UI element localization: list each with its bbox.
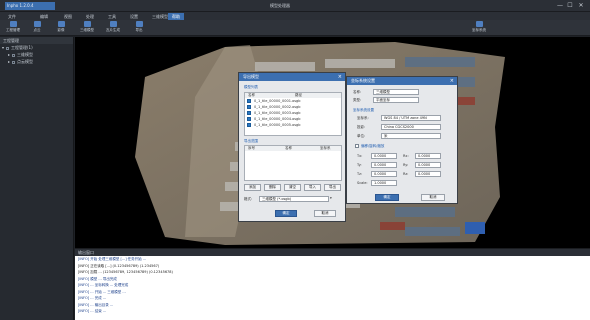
output-log-panel: 输出窗口 [INFO] 开始 处理三维模型 [...] 任务开始 ... [IN… [75,248,590,320]
image-icon [57,21,65,27]
section-model-list: 模型列表 [244,85,258,89]
model-icon [83,21,91,27]
project-panel: 工程管理 ▾ 工程管理(1) ▸ 三维模型 ▸ 点云模型 [0,37,74,320]
rz-label: Rz: [403,172,409,176]
menu-bar: 文件 编辑 视图 处理 工具 设置 三维模型 帮助 [0,12,590,20]
tool-pointcloud[interactable]: 点云 [26,21,48,35]
transform-checkbox[interactable] [355,144,359,148]
checkbox-icon[interactable] [12,53,15,57]
close-icon[interactable]: × [450,77,454,85]
type-select[interactable]: 平面坐标 [373,97,419,103]
maximize-button[interactable]: ☐ [566,2,574,10]
crs-select[interactable]: WGS 84 / UTM zone 49N [381,115,441,121]
export-model-dialog: 导出模型 × 模型列表 名称 路径 0_1_tile_00000_0001.os… [238,72,346,222]
tool-export[interactable]: 导出 [128,21,150,35]
project-icon [9,21,17,27]
checkbox-icon[interactable] [247,99,251,103]
ok-button[interactable]: 确定 [375,194,399,201]
cancel-button[interactable]: 取消 [314,210,336,217]
tree-item-3dmodel[interactable]: ▸ 三维模型 [0,51,73,58]
ty-label: Ty: [357,163,362,167]
log-header: 输出窗口 [75,249,590,256]
tool-3dmodel[interactable]: 三维模型 [76,21,98,35]
export-range-table: 序号 名称 坐标系 [244,145,342,181]
format-label: 格式: [244,197,253,201]
tool-image[interactable]: 影像 [50,21,72,35]
col-crs: 坐标系 [320,146,331,150]
chevron-down-icon[interactable]: ▾ [330,196,332,200]
close-icon[interactable]: × [338,73,342,81]
app-title: Inpho 1.2.0.4 [5,2,55,10]
checkbox-icon[interactable] [247,117,251,121]
coordinate-icon [475,21,483,27]
rx-field[interactable]: 0.0000 [415,153,441,159]
close-button[interactable]: ✕ [577,2,585,10]
section-export-range: 导出范围 [244,139,258,143]
tiles-icon [109,21,117,27]
checkbox-icon[interactable] [247,123,251,127]
checkbox-icon[interactable] [247,111,251,115]
cancel-button[interactable]: 取消 [421,194,445,201]
clear-button[interactable]: 清空 [284,184,301,191]
unit-select[interactable]: 米 [381,133,441,139]
menu-tab-file[interactable]: 文件 [4,13,20,20]
ty-field[interactable]: 0.0000 [371,162,397,168]
rx-label: Rx: [403,154,409,158]
ok-button[interactable]: 确定 [275,210,297,217]
section-transform: 偏移/旋转/缩放 [361,144,385,148]
type-label: 类型: [353,98,362,102]
rz-field[interactable]: 0.0000 [415,171,441,177]
scale-label: Scale: [357,181,368,185]
project-panel-header: 工程管理 [0,37,73,44]
ry-label: Ry: [403,163,409,167]
checkbox-icon[interactable] [6,46,9,50]
format-select[interactable]: 三维模型 (*.osgb) [259,196,329,202]
tree-item-pointcloud[interactable]: ▸ 点云模型 [0,58,73,65]
import-button[interactable]: 导入 [304,184,321,191]
col-name: 名称 [285,146,292,150]
checkbox-icon[interactable] [12,60,15,64]
menu-tab-edit[interactable]: 编辑 [36,13,52,20]
tz-field[interactable]: 0.0000 [371,171,397,177]
export-button[interactable]: 导出 [324,184,341,191]
scale-field[interactable]: 1.0000 [371,180,397,186]
menu-tab-tools[interactable]: 工具 [104,13,120,20]
table-header: 序号 名称 坐标系 [245,146,341,151]
minimize-button[interactable]: — [556,2,564,10]
unit-label: 单位: [357,134,366,138]
log-line: [INFO] ... 结束 ... [78,309,107,313]
checkbox-icon[interactable] [247,105,251,109]
tx-label: Tx: [357,154,363,158]
coordinate-settings-dialog: 坐标系统设置 × 名称: 三维模型 类型: 平面坐标 坐标系统设置 坐标系: W… [346,76,458,204]
toolbar: 工程管理 点云 影像 三维模型 瓦片生成 导出 坐标系统 [0,20,590,36]
menu-tab-view[interactable]: 视图 [60,13,76,20]
crs-label: 坐标系: [357,116,369,120]
coord-dialog-title: 坐标系统设置 [347,77,457,85]
name-label: 名称: [353,90,362,94]
model-list-table: 名称 路径 0_1_tile_00000_0001.osgb 0_1_tile_… [244,92,342,136]
table-row[interactable]: 0_1_tile_00000_0005.osgb [245,122,341,128]
export-icon [135,21,143,27]
pointcloud-icon [33,21,41,27]
add-button[interactable]: 添加 [244,184,261,191]
window-title: 模型处理器 [270,3,290,8]
tx-field[interactable]: 0.0000 [371,153,397,159]
menu-tab-settings[interactable]: 设置 [126,13,142,20]
ry-field[interactable]: 0.0000 [415,162,441,168]
export-dialog-title: 导出模型 [239,73,345,81]
title-bar: Inpho 1.2.0.4 模型处理器 — ☐ ✕ [0,0,590,12]
projection-select[interactable]: China CGCS2000 [381,124,441,130]
delete-button[interactable]: 删除 [264,184,281,191]
menu-tab-help[interactable]: 帮助 [168,13,184,20]
tool-project[interactable]: 工程管理 [2,21,24,35]
name-field[interactable]: 三维模型 [373,89,419,95]
tool-coordinate[interactable]: 坐标系统 [468,21,490,35]
section-crs: 坐标系统设置 [353,108,374,112]
tz-label: Tz: [357,172,363,176]
col-index: 序号 [248,146,255,150]
tree-item-root[interactable]: ▾ 工程管理(1) [0,44,73,51]
menu-tab-process[interactable]: 处理 [82,13,98,20]
tool-tiles[interactable]: 瓦片生成 [102,21,124,35]
projection-label: 投影: [357,125,366,129]
